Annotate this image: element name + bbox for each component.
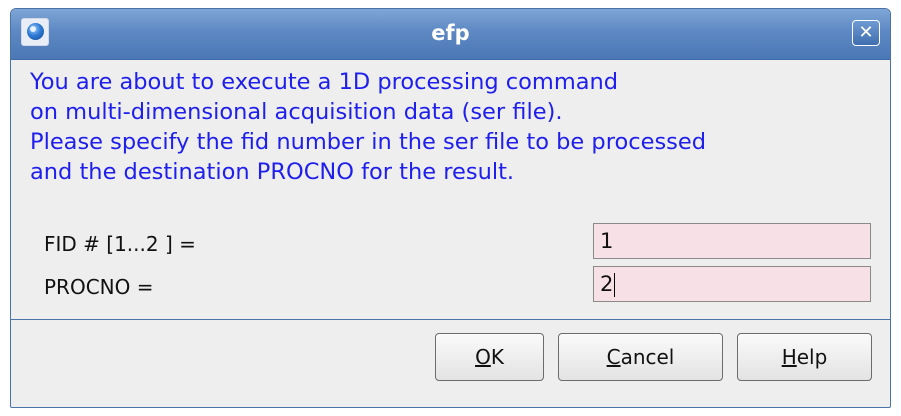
ok-button[interactable]: OK (435, 333, 544, 381)
efp-dialog: efp ✕ You are about to execute a 1D proc… (10, 8, 891, 408)
ok-label-rest: K (490, 345, 504, 369)
procno-input-value: 2 (600, 272, 614, 296)
fid-input[interactable]: 1 (593, 223, 871, 259)
fid-input-value: 1 (600, 229, 614, 253)
message-line: Please specify the fid number in the ser… (30, 129, 707, 155)
fid-label: FID # [1...2 ] = (44, 232, 196, 256)
help-mnemonic: H (781, 345, 797, 369)
procno-label: PROCNO = (44, 275, 154, 299)
message-line: You are about to execute a 1D processing… (30, 69, 619, 95)
window-title: efp (431, 21, 470, 45)
cancel-label-rest: ancel (620, 345, 675, 369)
help-button[interactable]: Help (737, 333, 872, 381)
message-line: and the destination PROCNO for the resul… (30, 159, 515, 185)
procno-input[interactable]: 2 (593, 266, 871, 302)
cancel-mnemonic: C (606, 345, 621, 369)
cancel-button[interactable]: Cancel (558, 333, 723, 381)
help-label-rest: elp (796, 345, 828, 369)
message-line: on multi-dimensional acquisition data (s… (30, 99, 563, 125)
instruction-message: You are about to execute a 1D processing… (30, 67, 706, 187)
text-caret (614, 273, 616, 297)
ok-mnemonic: O (475, 345, 491, 369)
button-separator (11, 319, 890, 320)
title-bar[interactable]: efp ✕ (11, 9, 890, 60)
close-button[interactable]: ✕ (852, 20, 880, 46)
